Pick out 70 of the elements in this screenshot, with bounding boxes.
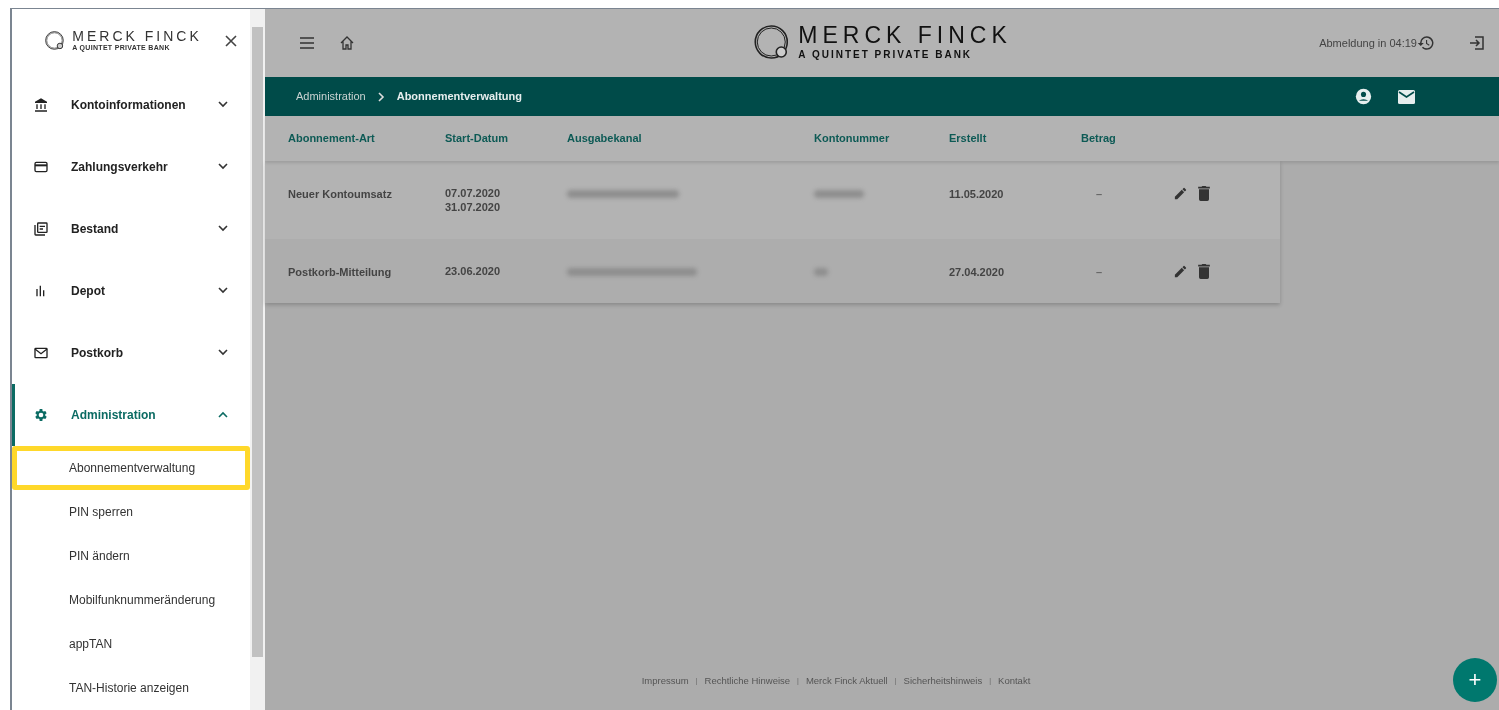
history-icon <box>1417 34 1435 52</box>
delete-button[interactable] <box>1198 264 1210 279</box>
profile-button[interactable] <box>1355 88 1372 105</box>
settings-icon <box>33 406 49 423</box>
brand-tagline: A QUINTET PRIVATE BANK <box>798 48 974 62</box>
breadcrumb-link[interactable]: Administration <box>296 88 366 105</box>
scrollbar[interactable] <box>250 9 265 710</box>
brand-name: MERCK FINCK <box>72 29 202 43</box>
bank-icon <box>33 96 49 113</box>
chevron-down-icon <box>218 225 228 233</box>
table-cell-text: Postkorb-Mitteilung <box>287 265 393 280</box>
trash-icon <box>1198 186 1210 201</box>
mail-icon <box>1398 89 1415 104</box>
footer-link[interactable]: Rechtliche Hinweise <box>704 673 791 688</box>
nav-item[interactable]: Depot <box>12 259 250 322</box>
menu-button[interactable] <box>299 37 315 49</box>
nav-subitem[interactable]: Abonnementverwaltung <box>12 445 250 490</box>
trash-icon <box>1198 264 1210 279</box>
chevron-down-icon <box>218 101 228 108</box>
nav-subitem[interactable]: PIN sperren <box>12 489 250 534</box>
menu-icon <box>299 37 315 49</box>
nav-subitem[interactable]: appTAN <box>12 621 250 666</box>
messages-button[interactable] <box>1398 89 1415 104</box>
brand-name: MERCK FINCK <box>798 24 1012 47</box>
home-button[interactable] <box>339 35 355 51</box>
chevron-up-icon <box>218 411 228 419</box>
nav-item[interactable]: Kontoinformationen <box>12 73 250 136</box>
pencil-icon <box>1173 264 1188 279</box>
nav-subitem[interactable]: PIN ändern <box>12 533 250 578</box>
scrollbar-thumb[interactable] <box>252 27 263 657</box>
nav-subitem[interactable]: Mobilfunknummeränderung <box>12 577 250 622</box>
table-cell-text: – <box>1094 265 1104 280</box>
chevron-right-icon <box>377 91 385 102</box>
footer-link[interactable]: Sicherheitshinweis <box>903 673 983 688</box>
column-header: Abonnement-Art <box>287 131 376 147</box>
column-header: Betrag <box>1080 131 1117 147</box>
chevron-down-icon <box>218 163 228 171</box>
column-header: Erstellt <box>949 131 988 147</box>
account-icon <box>1355 88 1372 105</box>
logout-timer: Abmeldung in 04:19 <box>1319 35 1417 51</box>
column-header: Start-Datum <box>445 131 509 147</box>
table-cell-text: – <box>1094 187 1104 202</box>
chevron-down-icon <box>218 349 228 357</box>
edit-button[interactable] <box>1173 186 1188 201</box>
column-header: Ausgabekanal <box>567 131 643 147</box>
table-cell-text: 11.05.2020 <box>949 187 1005 202</box>
breadcrumb-current: Abonnementverwaltung <box>396 89 522 105</box>
table-cell-text: 31.07.2020 <box>445 200 502 214</box>
nav-item[interactable]: Postkorb <box>12 321 250 384</box>
footer-link[interactable]: Impressum <box>641 673 689 688</box>
close-icon <box>223 34 238 49</box>
column-header: Kontonummer <box>814 131 891 147</box>
table-cell-text: 07.07.2020 <box>445 186 502 200</box>
table-cell-text: Neuer Kontoumsatz <box>287 187 393 202</box>
table-cell-text: 27.04.2020 <box>949 265 1006 280</box>
chevron-down-icon <box>218 287 228 295</box>
logout-button[interactable] <box>1469 35 1485 51</box>
documents-icon <box>33 220 49 237</box>
table-cell-text: 23.06.2020 <box>445 264 502 278</box>
nav-item[interactable]: Bestand <box>12 197 250 260</box>
home-icon <box>339 35 355 51</box>
close-button[interactable] <box>223 34 238 49</box>
logo-icon <box>44 30 67 53</box>
nav-subitem[interactable]: TAN-Historie anzeigen <box>12 665 250 710</box>
edit-button[interactable] <box>1173 264 1188 279</box>
logout-icon <box>1469 35 1485 51</box>
nav-item[interactable]: Zahlungsverkehr <box>12 135 250 198</box>
add-button[interactable]: + <box>1453 658 1497 702</box>
pencil-icon <box>1173 186 1188 201</box>
delete-button[interactable] <box>1198 186 1210 201</box>
